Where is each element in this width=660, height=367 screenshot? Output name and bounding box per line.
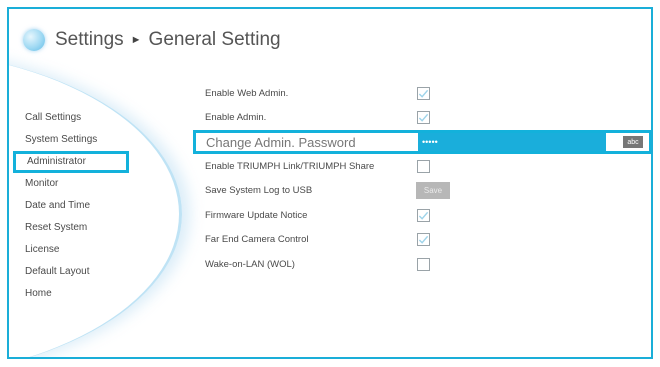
admin-password-input[interactable]: ••••• [418,133,606,151]
enable-web-admin-checkbox[interactable] [417,86,430,100]
enable-admin-checkbox[interactable] [417,111,430,125]
setting-row-enable-link-share: Enable TRIUMPH Link/TRIUMPH Share [195,154,650,179]
far-end-camera-checkbox[interactable] [417,233,430,247]
checkmark-icon [418,211,429,220]
setting-row-wake-on-lan: Wake-on-LAN (WOL) [195,252,650,277]
sidebar-item-monitor[interactable]: Monitor [9,173,189,195]
sidebar-item-date-and-time[interactable]: Date and Time [9,195,189,217]
password-value: ••••• [422,137,438,147]
sidebar-item-default-layout[interactable]: Default Layout [9,261,189,283]
setting-row-enable-admin: Enable Admin. [195,106,650,131]
setting-label: Firmware Update Notice [205,209,308,221]
setting-label: Far End Camera Control [205,234,309,246]
sidebar-item-reset-system[interactable]: Reset System [9,217,189,239]
breadcrumb-arrow-icon: ► [130,34,142,46]
setting-row-save-log: Save System Log to USB Save [195,179,650,204]
settings-window: Settings ► General Setting Call Settings… [7,7,653,359]
checkmark-icon [418,236,429,245]
save-log-button[interactable]: Save [416,182,450,200]
wake-on-lan-checkbox[interactable] [417,257,430,271]
setting-label: Wake-on-LAN (WOL) [205,258,295,270]
input-mode-badge[interactable]: abc [623,136,643,148]
setting-row-firmware-notice: Firmware Update Notice [195,203,650,228]
sidebar-item-administrator[interactable]: Administrator [13,151,129,173]
setting-label: Enable TRIUMPH Link/TRIUMPH Share [205,160,375,172]
setting-label: Enable Web Admin. [205,87,289,99]
sidebar-item-system-settings[interactable]: System Settings [9,129,189,151]
enable-link-share-checkbox[interactable] [417,159,430,173]
sidebar-item-call-settings[interactable]: Call Settings [9,107,189,129]
header: Settings ► General Setting [23,25,281,55]
setting-label: Save System Log to USB [205,185,313,197]
settings-orb-icon [23,29,45,51]
page-title: General Setting [148,29,281,50]
breadcrumb-root[interactable]: Settings [55,29,124,51]
sidebar: Call Settings System Settings Administra… [9,107,189,305]
checkmark-icon [418,114,429,123]
firmware-notice-checkbox[interactable] [417,208,430,222]
sidebar-item-license[interactable]: License [9,239,189,261]
sidebar-item-home[interactable]: Home [9,283,189,305]
setting-row-change-password: Change Admin. Password ••••• abc [193,130,651,154]
setting-label: Change Admin. Password [206,134,356,150]
setting-label: Enable Admin. [205,112,267,124]
checkmark-icon [418,89,429,98]
breadcrumb: Settings ► General Setting [55,29,281,51]
setting-row-enable-web-admin: Enable Web Admin. [195,81,650,106]
settings-list: Enable Web Admin. Enable Admin. Change A… [193,81,651,277]
setting-row-far-end-camera: Far End Camera Control [195,228,650,253]
